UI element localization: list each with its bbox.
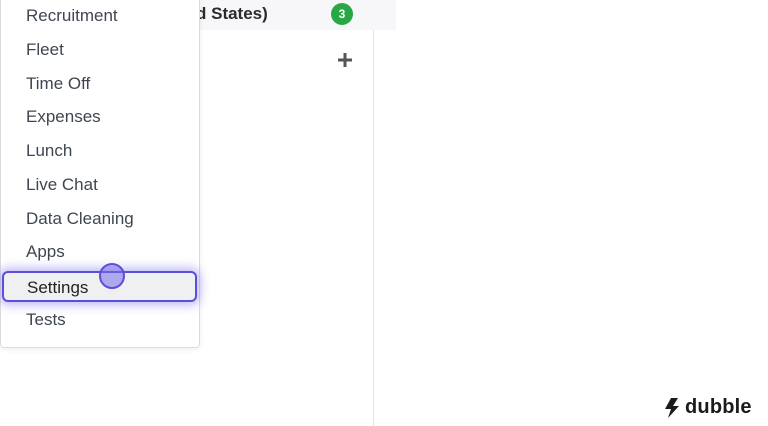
menu-item-recruitment[interactable]: Recruitment [1, 0, 199, 32]
menu-item-expenses[interactable]: Expenses [1, 101, 199, 133]
dubble-logo-icon [665, 397, 679, 418]
menu-item-live-chat[interactable]: Live Chat [1, 169, 199, 201]
click-indicator [99, 263, 125, 289]
menu-item-tests[interactable]: Tests [1, 304, 199, 336]
company-name: d States) [196, 4, 268, 23]
plus-icon [338, 53, 352, 67]
apps-dropdown-menu: Recruitment Fleet Time Off Expenses Lunc… [0, 0, 200, 348]
add-button[interactable] [334, 49, 356, 71]
menu-item-time-off[interactable]: Time Off [1, 68, 199, 100]
brand-name: dubble [685, 396, 752, 418]
menu-item-apps[interactable]: Apps [1, 236, 199, 268]
menu-item-data-cleaning[interactable]: Data Cleaning [1, 203, 199, 235]
menu-item-fleet[interactable]: Fleet [1, 34, 199, 66]
menu-item-lunch[interactable]: Lunch [1, 135, 199, 167]
brand-watermark: dubble [662, 396, 752, 419]
screen: d States) 3 Recruitment Fleet Time Off E… [0, 0, 768, 426]
count-badge: 3 [331, 3, 353, 25]
